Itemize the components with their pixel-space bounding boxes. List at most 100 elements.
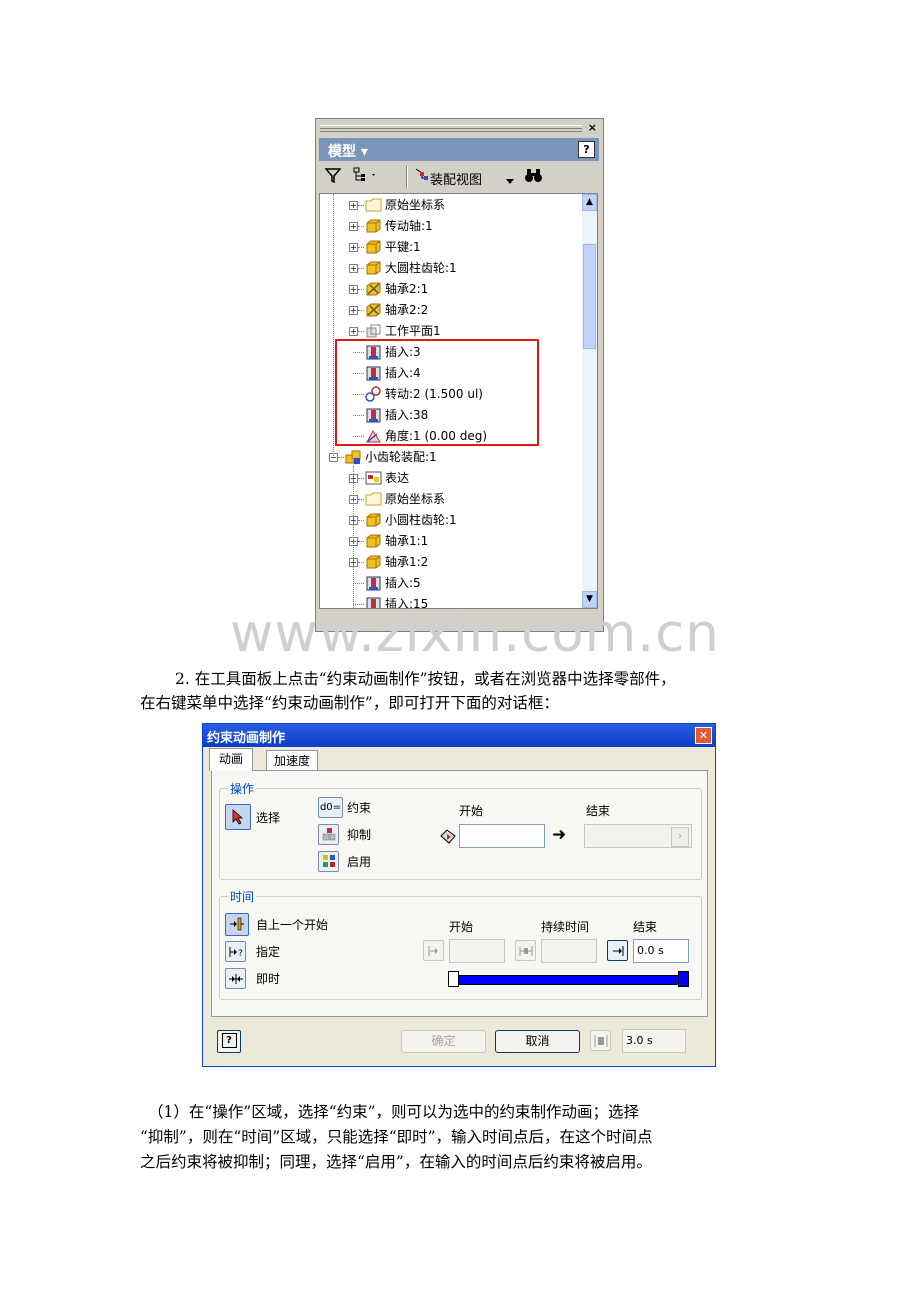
tree-node[interactable]: + 表达 [320,468,580,489]
tree-node[interactable]: − 小齿轮装配:1 [320,447,580,468]
tree-node[interactable]: + 轴承1:2 [320,552,580,573]
svg-text:?: ? [238,949,243,958]
tree-scrollbar[interactable]: ▲ ▼ [582,194,597,608]
enable-icon [322,855,335,867]
arrow-right-icon: ➜ [552,825,567,845]
tree-node-label: 传动轴:1 [385,219,433,233]
part-icon [365,218,382,234]
expand-icon[interactable]: + [349,327,358,336]
subassembly-icon [345,449,362,465]
tree-node-label: 小圆柱齿轮:1 [385,513,457,527]
op-end-label: 结束 [586,804,611,818]
op-start-input[interactable] [459,824,545,848]
timeline-bar[interactable] [452,975,683,985]
toolbar-separator [406,166,408,188]
scroll-up-button[interactable]: ▲ [582,194,597,211]
assembly-view-icon[interactable] [414,167,430,187]
scroll-thumb[interactable] [583,244,596,349]
chevron-right-icon[interactable]: › [671,827,689,847]
filter-icon[interactable] [324,167,342,187]
ok-button[interactable]: 确定 [401,1030,486,1053]
op-end-input[interactable]: › [584,824,692,848]
assembly-view-dropdown[interactable]: 装配视图 [430,169,482,188]
timeline-start-handle[interactable] [448,971,459,987]
tree-node-label: 轴承1:2 [385,555,429,569]
part-icon [365,512,382,528]
tree-node-label: 轴承2:1 [385,282,429,296]
tree-node[interactable]: + 原始坐标系 [320,195,580,216]
expand-icon[interactable]: + [349,264,358,273]
start-time-icon[interactable] [423,940,444,961]
expand-icon[interactable]: + [349,243,358,252]
select-button[interactable] [225,804,251,830]
expand-icon[interactable]: + [349,306,358,315]
enable-label: 启用 [347,855,372,869]
timeline-end-handle[interactable] [678,971,689,987]
expand-icon[interactable]: + [349,201,358,210]
duration-input[interactable] [541,939,597,963]
highlight-box [335,339,539,446]
tab-acceleration[interactable]: 加速度 [266,750,318,771]
specify-button[interactable]: ? [225,941,246,962]
time-end-input[interactable]: 0.0 s [633,939,689,963]
dialog-title-bar[interactable]: 约束动画制作 ✕ [203,724,715,747]
tree-node-label: 平键:1 [385,240,421,254]
specify-label: 指定 [256,945,281,959]
watermark: www.zixin.com.cn [230,603,720,664]
bearing-icon [365,302,382,318]
from-previous-label: 自上一个开始 [256,918,329,932]
expand-icon[interactable]: + [349,222,358,231]
tree-node[interactable]: + 平键:1 [320,237,580,258]
pick-constraint-icon[interactable] [438,828,458,850]
total-time-field: 3.0 s [622,1029,686,1053]
duration-label: 持续时间 [541,920,590,934]
panel-close-button[interactable]: × [588,121,597,134]
total-time-icon [590,1030,611,1051]
tree-node-label: 轴承2:2 [385,303,429,317]
tree-node[interactable]: + 大圆柱齿轮:1 [320,258,580,279]
help-icon[interactable]: ? [578,141,595,158]
from-previous-button[interactable] [225,913,249,936]
close-icon[interactable]: ✕ [695,727,712,744]
tab-panel: 操作 选择 d0= 约束 抑制 启用 开始 结束 ➜ › 时间 自上一个开始 ?… [211,770,708,1017]
tree-node-label: 原始坐标系 [385,198,446,212]
tree-node[interactable]: 插入:5 [320,573,580,594]
paragraph-2-line2: 在右键菜单中选择“约束动画制作”，即可打开下面的对话框： [140,694,559,712]
time-group-title: 时间 [228,888,257,905]
tree-node[interactable]: + 小圆柱齿轮:1 [320,510,580,531]
enable-button[interactable] [318,851,339,872]
tab-animation[interactable]: 动画 [209,748,253,771]
part-icon [365,239,382,255]
part-icon [365,533,382,549]
browser-title[interactable]: 模型 ▾ [328,141,368,161]
time-group: 时间 自上一个开始 ? 指定 即时 开始 持续时间 结束 0.0 s [219,888,702,1000]
suppress-button[interactable] [318,824,339,845]
tree-node[interactable]: + 轴承2:2 [320,300,580,321]
duration-icon[interactable] [515,940,536,961]
immediate-button[interactable] [225,968,246,989]
constraint-button[interactable]: d0= [318,797,343,818]
find-binoculars-icon[interactable] [524,167,544,187]
tree-node[interactable]: + 传动轴:1 [320,216,580,237]
browser-title-bar[interactable]: 模型 ▾ ? [319,138,599,161]
end-time-icon[interactable] [607,940,628,961]
tree-node[interactable]: + 轴承2:1 [320,279,580,300]
insert-constraint-icon [365,575,382,591]
constraint-animation-dialog: 约束动画制作 ✕ 动画 加速度 操作 选择 d0= 约束 抑制 启用 开始 结束 [202,723,716,1067]
hierarchy-icon[interactable] [353,167,379,187]
chevron-down-icon[interactable] [506,171,514,189]
representation-icon [365,470,382,486]
time-start-label: 开始 [449,920,474,934]
cancel-button[interactable]: 取消 [495,1030,580,1053]
time-start-input[interactable] [449,939,505,963]
tree-node[interactable]: + 原始坐标系 [320,489,580,510]
paragraph-2-line1: 2. 在工具面板上点击“约束动画制作”按钮，或者在浏览器中选择零部件， [175,670,676,688]
dialog-help-button[interactable]: ? [217,1030,241,1053]
tree-node-label: 小齿轮装配:1 [365,450,437,464]
expand-icon[interactable]: + [349,285,358,294]
tree-node-label: 表达 [385,471,410,485]
workplane-icon [365,323,382,339]
select-label: 选择 [256,811,281,825]
tree-node[interactable]: + 轴承1:1 [320,531,580,552]
cursor-arrow-icon [232,809,244,825]
